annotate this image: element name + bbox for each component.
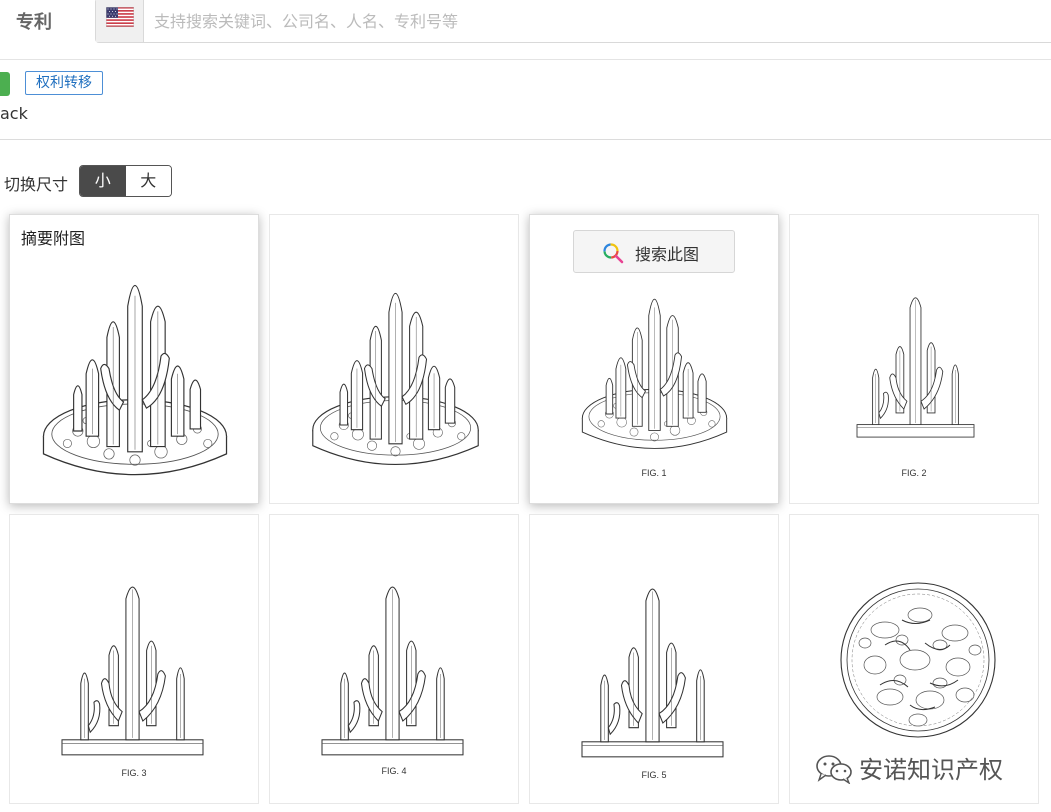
patent-tab-label[interactable]: 专利 bbox=[16, 8, 52, 34]
divider bbox=[0, 59, 1051, 60]
figure-card[interactable] bbox=[269, 214, 519, 504]
figure-card-fig3[interactable]: FIG. 3 bbox=[9, 514, 259, 804]
divider bbox=[0, 139, 1051, 140]
watermark-text: 安诺知识产权 bbox=[859, 756, 1003, 784]
figure-card-abstract[interactable]: 摘要附图 bbox=[9, 214, 259, 504]
figure-card-fig2[interactable]: FIG. 2 bbox=[789, 214, 1039, 504]
cactus-dish-drawing bbox=[42, 284, 228, 476]
search-input[interactable] bbox=[152, 8, 1036, 34]
size-small-button[interactable]: 小 bbox=[80, 166, 126, 196]
search-icon bbox=[603, 243, 624, 264]
search-box[interactable] bbox=[95, 0, 1051, 43]
country-selector[interactable] bbox=[96, 0, 144, 42]
cactus-dish-drawing bbox=[312, 292, 479, 466]
status-badge bbox=[0, 72, 10, 96]
cactus-base-drawing bbox=[856, 297, 975, 438]
size-switch-label: 切换尺寸 bbox=[4, 175, 69, 194]
cactus-base-drawing bbox=[321, 586, 464, 756]
figure-card-fig4[interactable]: FIG. 4 bbox=[269, 514, 519, 804]
figure-caption: FIG. 4 bbox=[381, 766, 407, 776]
size-large-button[interactable]: 大 bbox=[125, 166, 171, 196]
right-transfer-tag[interactable]: 权利转移 bbox=[25, 71, 103, 95]
abstract-figure-label: 摘要附图 bbox=[21, 229, 86, 248]
truncated-text: ack bbox=[0, 104, 28, 123]
figure-caption: FIG. 3 bbox=[121, 768, 147, 778]
search-this-image-label: 搜索此图 bbox=[635, 245, 700, 264]
search-this-image-button[interactable]: 搜索此图 bbox=[573, 230, 735, 273]
cactus-base-drawing bbox=[581, 588, 724, 758]
us-flag-icon bbox=[106, 7, 134, 27]
figure-caption: FIG. 2 bbox=[901, 468, 927, 478]
figure-card-fig1[interactable]: FIG. 1 搜索此图 bbox=[529, 214, 779, 504]
figure-card-fig5[interactable]: FIG. 5 bbox=[529, 514, 779, 804]
cactus-base-drawing bbox=[61, 586, 204, 756]
figure-caption: FIG. 1 bbox=[641, 468, 667, 478]
size-switch[interactable]: 小 大 bbox=[79, 165, 172, 197]
figure-caption: FIG. 5 bbox=[641, 770, 667, 780]
wechat-icon bbox=[816, 755, 852, 784]
top-bar: 专利 bbox=[0, 0, 1051, 44]
